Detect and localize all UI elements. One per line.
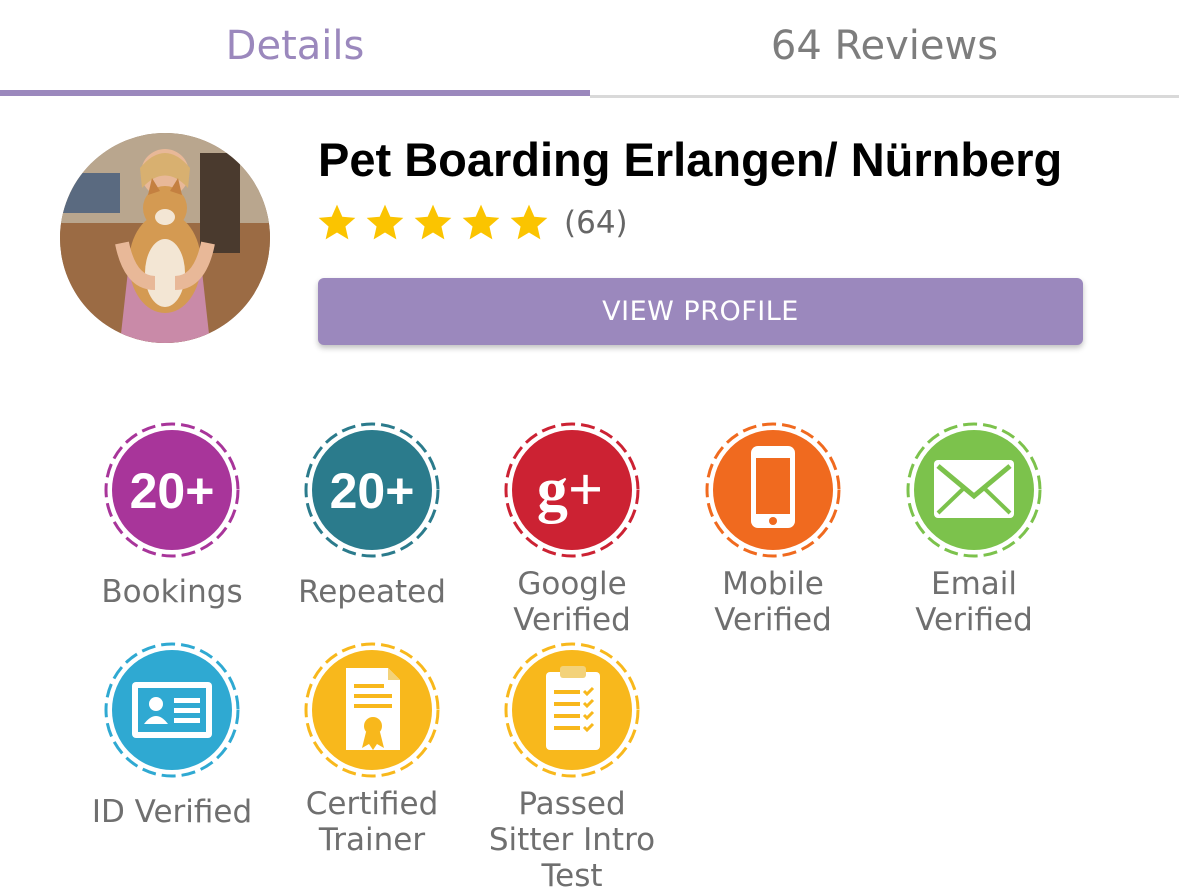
badge-repeated[interactable]: 20+ Repeated bbox=[272, 420, 472, 610]
rating-count[interactable]: (64) bbox=[564, 205, 628, 241]
tab-divider bbox=[590, 95, 1179, 98]
badge-label: ID Verified bbox=[91, 794, 253, 830]
clipboard-checklist-icon bbox=[504, 642, 640, 778]
tab-bar: Details 64 Reviews bbox=[0, 0, 1179, 98]
star-icon bbox=[462, 204, 500, 240]
tab-details[interactable]: Details bbox=[0, 0, 590, 92]
svg-text:20+: 20+ bbox=[330, 463, 415, 519]
page-title: Pet Boarding Erlangen/ Nürnberg bbox=[318, 133, 1063, 186]
badge-label: Mobile Verified bbox=[714, 566, 832, 638]
star-icon bbox=[414, 204, 452, 240]
certificate-icon bbox=[304, 642, 440, 778]
badge-google-verified[interactable]: g+ Google Verified bbox=[472, 420, 672, 638]
badge-label: Email Verified bbox=[915, 566, 1033, 638]
badge-email-verified[interactable]: Email Verified bbox=[874, 420, 1074, 638]
badge-passed-sitter-intro-test[interactable]: Passed Sitter Intro Test bbox=[472, 640, 672, 894]
star-icon bbox=[366, 204, 404, 240]
avatar[interactable] bbox=[60, 133, 270, 343]
bookings-20-plus-icon: 20+ bbox=[104, 422, 240, 558]
email-envelope-icon bbox=[906, 422, 1042, 558]
badge-label: Repeated bbox=[298, 574, 446, 610]
badge-mobile-verified[interactable]: Mobile Verified bbox=[673, 420, 873, 638]
star-rating bbox=[314, 201, 554, 245]
badge-certified-trainer[interactable]: Certified Trainer bbox=[272, 640, 472, 858]
badge-label: Google Verified bbox=[513, 566, 631, 638]
active-tab-indicator bbox=[0, 90, 590, 96]
svg-text:20+: 20+ bbox=[130, 463, 215, 519]
star-icon bbox=[318, 204, 356, 240]
google-plus-icon: g+ bbox=[504, 422, 640, 558]
rating: (64) bbox=[314, 200, 628, 246]
badge-id-verified[interactable]: ID Verified bbox=[72, 640, 272, 830]
id-card-icon bbox=[104, 642, 240, 778]
tab-reviews[interactable]: 64 Reviews bbox=[590, 0, 1179, 92]
repeated-20-plus-icon: 20+ bbox=[304, 422, 440, 558]
badge-bookings[interactable]: 20+ Bookings bbox=[72, 420, 272, 610]
view-profile-button[interactable]: VIEW PROFILE bbox=[318, 278, 1083, 345]
star-icon bbox=[510, 204, 548, 240]
badge-label: Bookings bbox=[101, 574, 243, 610]
mobile-phone-icon bbox=[705, 422, 841, 558]
badge-label: Passed Sitter Intro Test bbox=[488, 786, 656, 894]
badge-label: Certified Trainer bbox=[305, 786, 439, 858]
svg-text:g+: g+ bbox=[537, 456, 603, 524]
